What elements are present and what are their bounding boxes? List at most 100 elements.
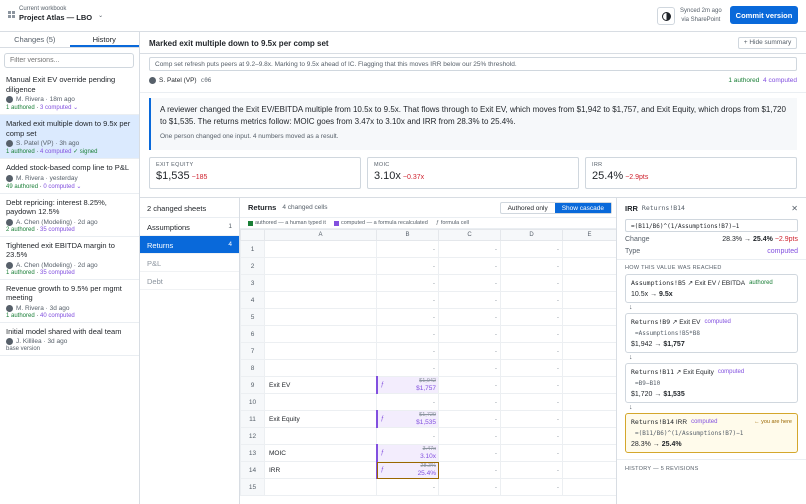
history-label[interactable]: HISTORY — 5 REVISIONS [617,459,806,478]
cell-d[interactable]: - [500,393,563,411]
version-item[interactable]: Manual Exit EV override pending diligenc… [0,71,139,115]
cell-e[interactable] [562,342,616,360]
row-number[interactable]: 1 [240,240,265,258]
trace-step[interactable]: Returns!B11 ↗ Exit Equity computed =B9−B1… [625,363,798,403]
tab-history[interactable]: History [69,32,139,47]
cell-c[interactable]: - [438,308,501,326]
cell-b[interactable]: - [376,393,439,411]
cell-d[interactable]: - [500,461,563,479]
trace-step[interactable]: Assumptions!B5 ↗ Exit EV / EBITDA authore… [625,274,798,303]
cell-a[interactable] [264,393,377,411]
cell-a[interactable] [264,325,377,343]
version-item[interactable]: Revenue growth to 9.5% per mgmt meeting … [0,280,139,323]
cell-c[interactable]: - [438,376,501,394]
cell-a[interactable]: IRR [264,461,377,479]
row-number[interactable]: 6 [240,325,265,343]
row-number[interactable]: 5 [240,308,265,326]
changed-cell[interactable]: ƒ 3.47x 3.10x [375,444,439,462]
cell-e[interactable] [562,359,616,377]
sheet-item-pnl[interactable]: P&L [140,254,239,272]
cell-e[interactable] [562,478,616,496]
cell-e[interactable] [562,257,616,275]
cell-a[interactable] [264,308,377,326]
row-number[interactable]: 10 [240,393,265,411]
cell-c[interactable]: - [438,257,501,275]
cell-c[interactable]: - [438,444,501,462]
version-item[interactable]: Tightened exit EBITDA margin to 23.5% A.… [0,237,139,280]
row-number[interactable]: 14 [240,461,265,479]
cell-e[interactable] [562,410,616,428]
cell-e[interactable] [562,325,616,343]
changed-cell[interactable]: ƒ 28.3% 25.4% [375,461,439,479]
changed-cell[interactable]: ƒ $1,720 $1,535 [375,410,439,428]
cell-a[interactable]: Exit Equity [264,410,377,428]
cell-b[interactable]: - [376,342,439,360]
row-number[interactable]: 15 [240,478,265,496]
cell-c[interactable]: - [438,342,501,360]
row-number[interactable]: 4 [240,291,265,309]
cell-e[interactable] [562,376,616,394]
cell-c[interactable]: - [438,427,501,445]
cell-a[interactable] [264,427,377,445]
cell-c[interactable]: - [438,325,501,343]
version-item[interactable]: Added stock-based comp line to P&L M. Ri… [0,159,139,194]
row-number[interactable]: 11 [240,410,265,428]
column-header[interactable]: B [376,229,439,241]
cell-d[interactable]: - [500,410,563,428]
cell-d[interactable]: - [500,342,563,360]
column-header[interactable]: D [500,229,563,241]
cell-a[interactable] [264,342,377,360]
column-header[interactable]: E [562,229,616,241]
sheet-item-assumptions[interactable]: Assumptions 1 [140,218,239,236]
cell-c[interactable]: - [438,274,501,292]
cell-e[interactable] [562,427,616,445]
trace-step[interactable]: Returns!B9 ↗ Exit EV computed =Assumption… [625,313,798,353]
cell-d[interactable]: - [500,325,563,343]
cell-d[interactable]: - [500,478,563,496]
cell-a[interactable]: MOIC [264,444,377,462]
cell-b[interactable]: - [376,274,439,292]
cell-d[interactable]: - [500,427,563,445]
authored-only-button[interactable]: Authored only [501,203,555,213]
changed-cell[interactable]: ƒ $1,942 $1,757 [375,376,439,394]
cell-d[interactable]: - [500,444,563,462]
cell-a[interactable] [264,274,377,292]
cell-b[interactable]: - [376,291,439,309]
cell-a[interactable] [264,359,377,377]
cell-a[interactable] [264,478,377,496]
row-number[interactable]: 9 [240,376,265,394]
cell-b[interactable]: - [376,257,439,275]
cell-d[interactable]: - [500,240,563,258]
cell-e[interactable] [562,444,616,462]
sheet-item-debt[interactable]: Debt [140,272,239,290]
cell-c[interactable]: - [438,359,501,377]
cell-e[interactable] [562,274,616,292]
cell-d[interactable]: - [500,274,563,292]
trace-step-current[interactable]: Returns!B14 IRR computed ← you are here =(… [625,413,798,453]
cell-c[interactable]: - [438,461,501,479]
cell-d[interactable]: - [500,308,563,326]
row-number[interactable]: 13 [240,444,265,462]
cell-b[interactable]: - [376,240,439,258]
cell-a[interactable]: Exit EV [264,376,377,394]
cell-e[interactable] [562,291,616,309]
cell-d[interactable]: - [500,291,563,309]
sheet-item-returns[interactable]: Returns 4 [140,236,239,254]
filter-versions-input[interactable] [4,53,134,68]
cell-c[interactable]: - [438,291,501,309]
cell-e[interactable] [562,393,616,411]
row-number[interactable]: 7 [240,342,265,360]
cell-e[interactable] [562,461,616,479]
cell-d[interactable]: - [500,359,563,377]
column-header[interactable]: A [264,229,377,241]
cell-d[interactable]: - [500,376,563,394]
workbook-switcher[interactable]: Current workbook Project Atlas — LBO ⌄ [8,6,103,22]
hide-summary-button[interactable]: + Hide summary [738,37,797,49]
version-item[interactable]: Initial model shared with deal team J. K… [0,323,139,356]
cell-c[interactable]: - [438,393,501,411]
row-number[interactable]: 2 [240,257,265,275]
version-item[interactable]: Debt repricing: interest 8.25%, paydown … [0,194,139,237]
version-item-selected[interactable]: Marked exit multiple down to 9.5x per co… [0,115,139,159]
cell-d[interactable]: - [500,257,563,275]
theme-toggle-button[interactable] [657,7,675,25]
